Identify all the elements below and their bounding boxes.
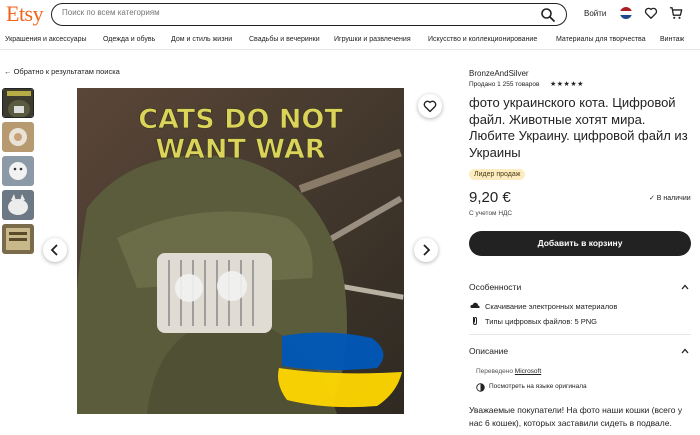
etsy-logo[interactable]: Etsy [6,1,44,27]
header: Etsy Войти [0,0,700,30]
shop-name-link[interactable]: BronzeAndSilver [469,69,529,78]
category-home[interactable]: Дом и стиль жизни [171,36,232,43]
netherlands-flag-icon[interactable] [620,7,632,19]
chevron-right-icon [423,244,431,256]
section-divider [469,334,691,335]
image-caption-line-1: CATS DO NOT [138,104,343,135]
bestseller-badge: Лидер продаж [469,169,526,180]
price: 9,20 € [469,189,511,206]
translation-note: Переведено Microsoft [476,368,541,375]
category-jewelry[interactable]: Украшения и аксессуары [5,36,87,43]
sign-in-link[interactable]: Войти [584,9,606,18]
image-caption-line-2: WANT WAR [155,134,325,165]
thumbnail-4[interactable] [2,190,34,220]
feature-file-types: Типы цифровых файлов: 5 PNG [485,317,598,326]
file-icon [473,317,477,325]
globe-icon [476,383,485,392]
thumbnail-1[interactable] [2,88,34,118]
description-text: Уважаемые покупатели! На фото наши кошки… [469,405,683,428]
cart-icon[interactable] [669,6,683,20]
category-craft-supplies[interactable]: Материалы для творчества [556,36,646,43]
category-clothing[interactable]: Одежда и обувь [103,36,155,43]
search-icon[interactable] [540,7,556,23]
rating-stars[interactable]: ★★★★★ [550,80,584,88]
microsoft-link[interactable]: Microsoft [515,368,541,375]
feature-digital-download: Скачивание электронных материалов [485,302,618,311]
in-stock-status: ✓ В наличии [649,195,691,202]
back-to-results-link[interactable]: ← Обратно к результатам поиска [4,67,120,76]
download-icon [470,302,480,308]
category-vintage[interactable]: Винтаж [660,36,684,43]
translated-prefix: Переведено [476,368,513,375]
show-original-language-link[interactable]: Посмотреть на языке оригинала [489,383,587,390]
category-nav: Украшения и аксессуары Одежда и обувь До… [0,30,700,50]
thumbnail-2[interactable] [2,122,34,152]
add-to-cart-button[interactable]: Добавить в корзину [469,231,691,256]
vat-note: С учетом НДС [469,210,513,217]
thumbnail-5[interactable] [2,224,34,254]
sales-count: Продано 1 255 товаров [469,81,540,88]
category-toys[interactable]: Игрушки и развлечения [334,36,411,43]
search-bar[interactable] [51,3,567,26]
main-product-image: CATS DO NOT WANT WAR [77,88,404,414]
chevron-left-icon [50,244,58,256]
category-weddings[interactable]: Свадьбы и вечеринки [249,36,320,43]
next-image-button[interactable] [414,238,438,262]
features-section-title[interactable]: Особенности [469,282,521,292]
chevron-up-icon[interactable] [681,347,689,355]
chevron-up-icon[interactable] [681,283,689,291]
search-input[interactable] [62,8,532,17]
category-art[interactable]: Искусство и коллекционирование [428,36,537,43]
heart-icon[interactable] [644,6,658,20]
thumbnail-3[interactable] [2,156,34,186]
heart-icon [423,100,437,113]
description-section-title[interactable]: Описание [469,346,508,356]
previous-image-button[interactable] [43,238,67,262]
favorite-button[interactable] [418,94,442,118]
listing-title: фото украинского кота. Цифровой файл. Жи… [469,95,688,160]
